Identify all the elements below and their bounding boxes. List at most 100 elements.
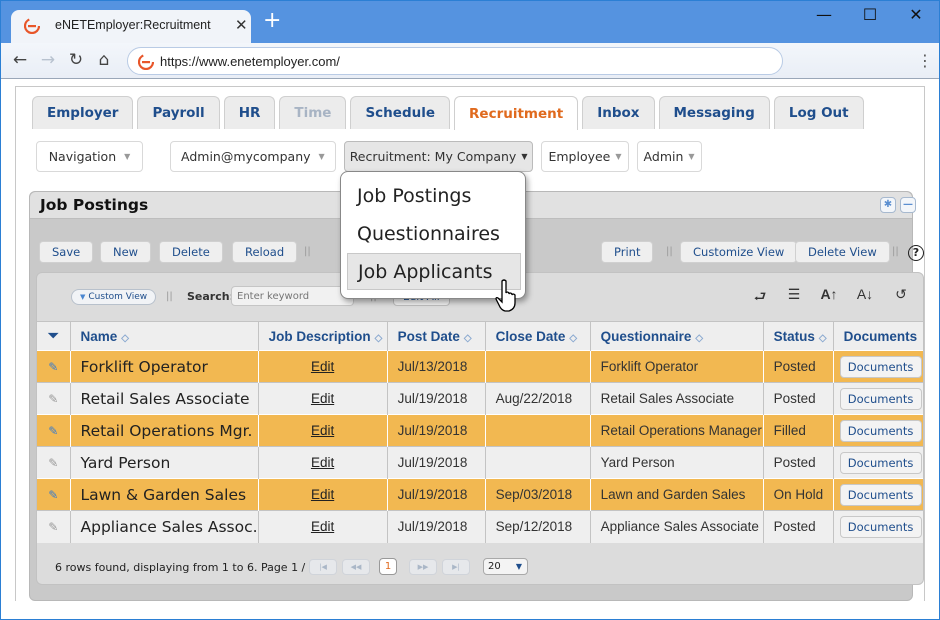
new-button[interactable]: New	[100, 241, 152, 263]
last-page-icon[interactable]: ▶|	[442, 559, 470, 575]
chevron-down-icon: ▼	[124, 152, 131, 161]
company-select[interactable]: Recruitment: My Company ▼	[343, 141, 534, 172]
column-header-close-date[interactable]: Close Date ◇	[485, 321, 591, 351]
navigation-select[interactable]: Navigation ▼	[36, 141, 143, 172]
print-button[interactable]: Print	[601, 241, 654, 263]
edit-description-link[interactable]: Edit	[311, 455, 334, 470]
column-header-documents: Documents	[833, 321, 923, 351]
customize-view-button[interactable]: Customize View	[680, 241, 798, 263]
current-page[interactable]: 1	[379, 558, 397, 575]
column-header-post-date[interactable]: Post Date ◇	[387, 321, 486, 351]
admin-select[interactable]: Admin ▼	[636, 141, 702, 172]
font-increase-icon[interactable]: A↑	[818, 286, 840, 302]
cell-status: Posted	[763, 510, 834, 543]
address-bar[interactable]: https://www.enetemployer.com/	[127, 47, 783, 75]
cell-documents: Documents	[833, 414, 923, 447]
job-postings-grid: ▼Custom View || Search: || Edit All ⮐ ☰ …	[36, 272, 924, 585]
new-tab-button[interactable]: +	[263, 10, 281, 32]
menu-item-job-postings[interactable]: Job Postings	[347, 177, 521, 214]
reload-icon[interactable]: ↻	[65, 50, 87, 70]
documents-button[interactable]: Documents	[839, 451, 922, 474]
sort-icon: ◇	[695, 332, 704, 344]
save-button[interactable]: Save	[39, 241, 94, 263]
search-input[interactable]	[231, 286, 354, 306]
table-row[interactable]: ✎ Retail Sales Associate Edit Jul/19/2018 Au…	[37, 382, 923, 415]
forward-icon[interactable]: →	[37, 50, 59, 70]
documents-button[interactable]: Documents	[839, 387, 922, 410]
cell-name: Lawn & Garden Sales	[70, 478, 259, 511]
browser-tab[interactable]: eNETEmployer:Recruitment ✕	[11, 10, 251, 43]
cell-post-date: Jul/19/2018	[387, 414, 486, 447]
tab-employer[interactable]: Employer	[32, 96, 134, 129]
gear-icon[interactable]: ✱	[880, 197, 896, 213]
documents-button[interactable]: Documents	[839, 419, 922, 442]
tab-payroll[interactable]: Payroll	[137, 96, 220, 129]
pencil-icon[interactable]: ✎	[37, 446, 71, 479]
first-page-icon[interactable]: |◀	[309, 559, 337, 575]
pencil-icon[interactable]: ✎	[37, 350, 71, 383]
documents-button[interactable]: Documents	[839, 515, 922, 538]
tab-messaging[interactable]: Messaging	[658, 96, 770, 129]
url-text[interactable]: https://www.enetemployer.com/	[160, 54, 340, 69]
column-header-questionnaire[interactable]: Questionnaire ◇	[590, 321, 764, 351]
collapse-icon[interactable]: —	[900, 197, 916, 213]
edit-description-link[interactable]: Edit	[311, 391, 334, 406]
pencil-icon[interactable]: ✎	[37, 478, 71, 511]
chevron-down-icon: ▼	[615, 152, 622, 161]
column-label: Job Description	[268, 328, 371, 344]
page-size-select[interactable]: 20 ▼	[483, 558, 528, 575]
delete-view-button[interactable]: Delete View	[795, 241, 890, 263]
back-icon[interactable]: ←	[9, 50, 31, 70]
column-header-job-description[interactable]: Job Description ◇	[258, 321, 388, 351]
pencil-icon[interactable]: ✎	[37, 414, 71, 447]
tab-schedule[interactable]: Schedule	[350, 96, 451, 129]
close-window-button[interactable]: ✕	[901, 5, 931, 24]
edit-description-link[interactable]: Edit	[311, 519, 334, 534]
reset-icon[interactable]: ↺	[890, 286, 912, 303]
custom-view-button[interactable]: ▼ Custom View	[71, 289, 157, 305]
table-row[interactable]: ✎ Lawn & Garden Sales Edit Jul/19/2018 Sep/0…	[37, 478, 923, 511]
next-page-icon[interactable]: ▶▶	[409, 559, 437, 575]
tab-inbox[interactable]: Inbox	[582, 96, 655, 129]
minimize-button[interactable]: —	[809, 5, 839, 24]
help-icon[interactable]: ?	[908, 245, 924, 261]
documents-button[interactable]: Documents	[839, 483, 922, 506]
menu-item-questionnaires[interactable]: Questionnaires	[347, 215, 521, 252]
column-header-name[interactable]: Name ◇	[70, 321, 259, 351]
edit-description-link[interactable]: Edit	[311, 487, 334, 502]
pencil-icon[interactable]: ✎	[37, 510, 71, 543]
tab-close-icon[interactable]: ✕	[235, 16, 248, 34]
column-header-status[interactable]: Status ◇	[763, 321, 834, 351]
edit-description-link[interactable]: Edit	[311, 359, 334, 374]
prev-page-icon[interactable]: ◀◀	[342, 559, 370, 575]
table-row[interactable]: ✎ Yard Person Edit Jul/19/2018 Yard Person Po…	[37, 446, 923, 479]
documents-button[interactable]: Documents	[839, 355, 922, 378]
search-label: Search:	[187, 290, 234, 303]
font-decrease-icon[interactable]: A↓	[854, 286, 876, 302]
cell-documents: Documents	[833, 350, 923, 383]
cell-close-date: Sep/12/2018	[485, 510, 591, 543]
user-select[interactable]: Admin@mycompany ▼	[170, 141, 336, 172]
cell-job-description: Edit	[258, 350, 388, 383]
tab-time[interactable]: Time	[279, 96, 347, 129]
app-page: Employer Payroll HR Time Schedule Recrui…	[15, 86, 925, 601]
tab-log-out[interactable]: Log Out	[773, 96, 864, 129]
clear-format-icon[interactable]: ☰	[783, 286, 805, 303]
grid-footer: 6 rows found, displaying from 1 to 6. Pa…	[37, 553, 923, 584]
table-row[interactable]: ✎ Appliance Sales Assoc. Edit Jul/19/2018 Se…	[37, 510, 923, 543]
table-row[interactable]: ✎ Retail Operations Mgr. Edit Jul/19/2018 Re…	[37, 414, 923, 447]
pencil-icon[interactable]: ✎	[37, 382, 71, 415]
filter-icon[interactable]: ⏷	[37, 321, 71, 351]
home-icon[interactable]: ⌂	[93, 50, 115, 70]
delete-button[interactable]: Delete	[159, 241, 223, 263]
employee-select[interactable]: Employee ▼	[541, 141, 629, 172]
reload-button[interactable]: Reload	[232, 241, 298, 263]
browser-menu-icon[interactable]: ⋮	[917, 51, 933, 70]
wrap-text-icon[interactable]: ⮐	[749, 286, 771, 310]
edit-description-link[interactable]: Edit	[311, 423, 334, 438]
cell-job-description: Edit	[258, 478, 388, 511]
tab-hr[interactable]: HR	[223, 96, 276, 129]
tab-recruitment[interactable]: Recruitment	[454, 96, 579, 130]
table-row[interactable]: ✎ Forklift Operator Edit Jul/13/2018 Forklif…	[37, 350, 923, 383]
maximize-button[interactable]: ☐	[855, 5, 885, 24]
